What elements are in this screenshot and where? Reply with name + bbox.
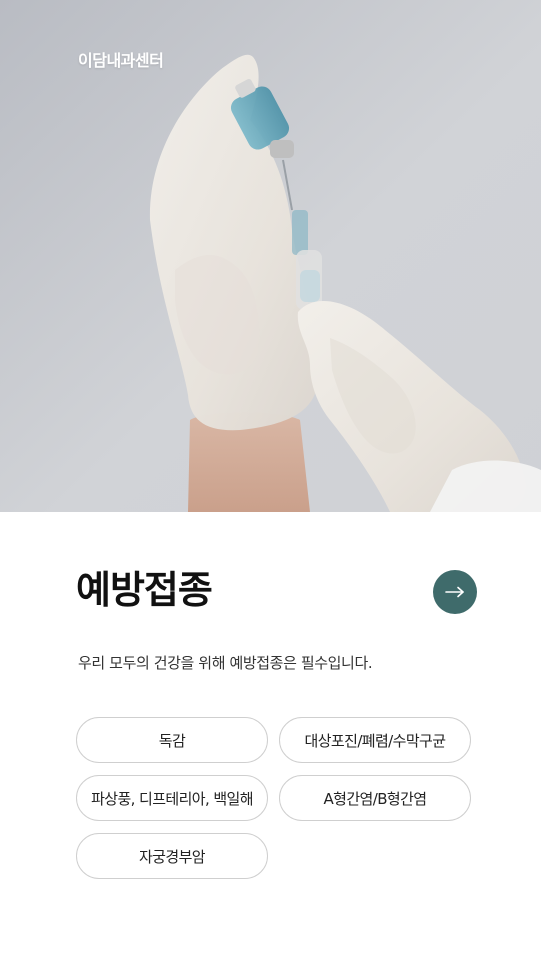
tag-shingles-pneumonia-meningococcus[interactable]: 대상포진/폐렴/수막구균 bbox=[279, 717, 471, 763]
vaccine-hero-image bbox=[0, 0, 541, 512]
tag-cervical-cancer[interactable]: 자궁경부암 bbox=[76, 833, 268, 879]
brand-logo: 이담내과센터 bbox=[78, 51, 164, 70]
content-area: 예방접종 우리 모두의 건강을 위해 예방접종은 필수입니다. 독감 대상포진/… bbox=[0, 512, 541, 966]
tag-hepatitis-a-b[interactable]: A형간염/B형간염 bbox=[279, 775, 471, 821]
section-title: 예방접종 bbox=[76, 567, 213, 612]
arrow-right-icon bbox=[445, 586, 465, 598]
tag-tetanus-diphtheria-pertussis[interactable]: 파상풍, 디프테리아, 백일해 bbox=[76, 775, 268, 821]
tag-flu[interactable]: 독감 bbox=[76, 717, 268, 763]
section-description: 우리 모두의 건강을 위해 예방접종은 필수입니다. bbox=[78, 654, 373, 672]
hero-image-area: 이담내과센터 bbox=[0, 0, 541, 512]
vaccination-card: 이담내과센터 예방접종 우리 모두의 건강을 위해 예방접종은 필수입니다. 독… bbox=[0, 0, 541, 966]
next-arrow-button[interactable] bbox=[433, 570, 477, 614]
vaccine-tags: 독감 대상포진/폐렴/수막구균 파상풍, 디프테리아, 백일해 A형간염/B형간… bbox=[76, 717, 473, 881]
